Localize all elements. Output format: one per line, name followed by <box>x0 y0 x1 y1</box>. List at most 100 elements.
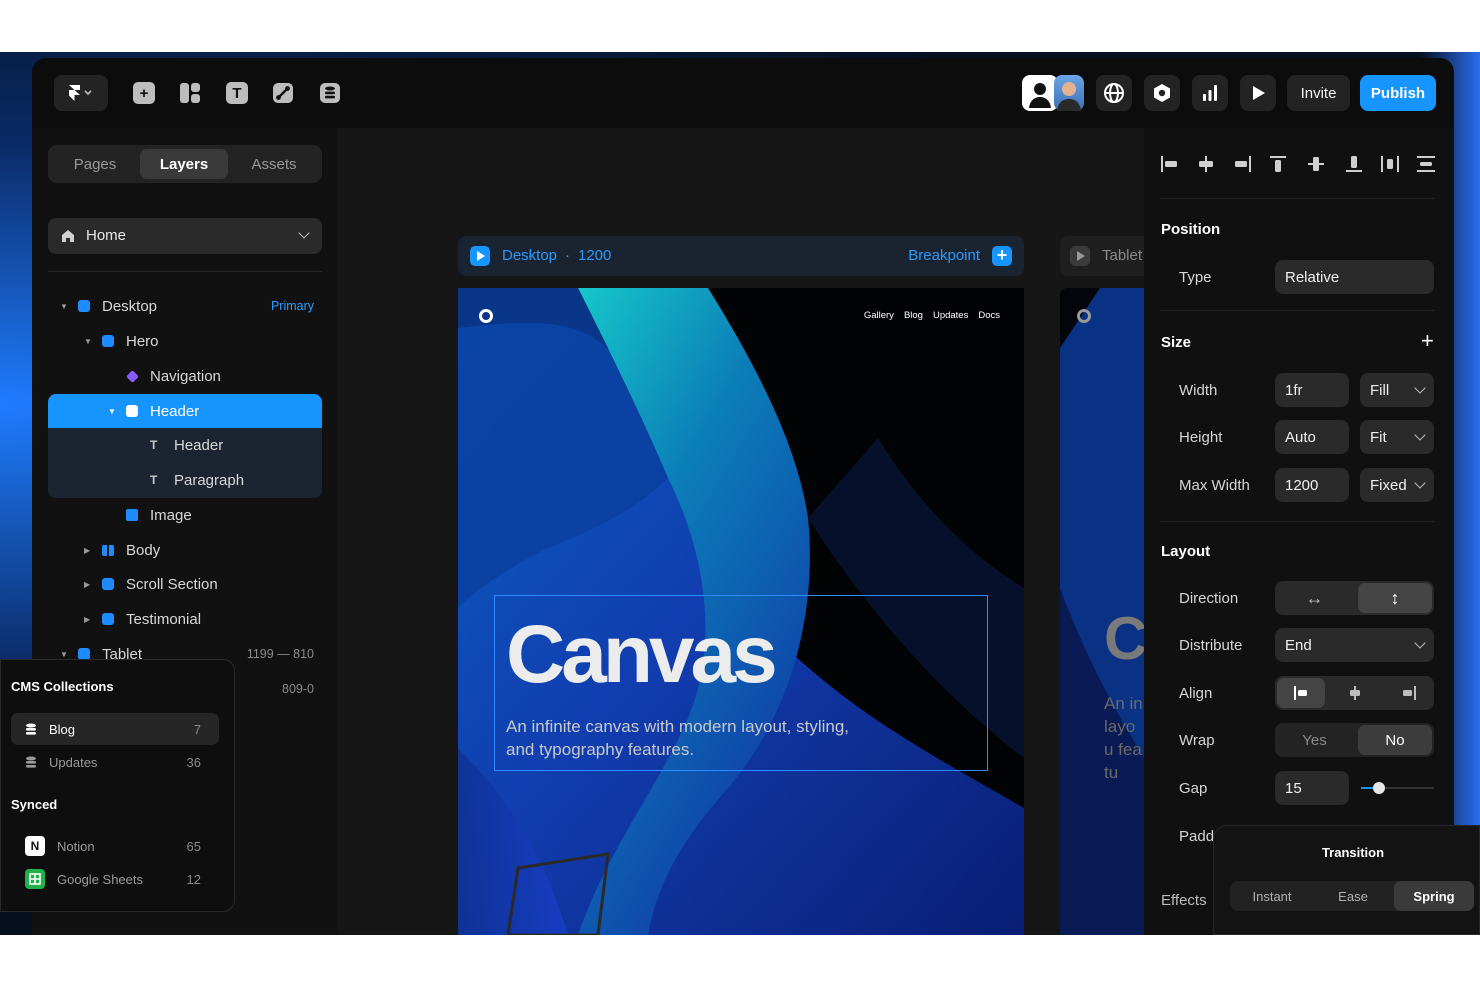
settings-icon[interactable] <box>1144 75 1180 111</box>
align-end-icon[interactable] <box>1383 678 1431 708</box>
align-center-icon[interactable] <box>1331 678 1379 708</box>
primary-badge: Primary <box>270 299 314 313</box>
gap-slider-handle[interactable] <box>1373 782 1385 794</box>
maxwidth-label: Max Width <box>1179 477 1250 494</box>
tab-layers[interactable]: Layers <box>140 149 228 179</box>
caret-right-icon[interactable]: ▶ <box>84 580 96 589</box>
distribute-horizontal-icon[interactable] <box>1380 156 1400 172</box>
text-icon[interactable]: T <box>224 80 250 106</box>
hero-title[interactable]: Canvas <box>506 608 778 702</box>
height-mode-select[interactable]: Fit <box>1360 420 1434 454</box>
breakpoint-bar-tablet[interactable]: Tablet <box>1060 236 1150 276</box>
maxwidth-input[interactable]: 1200 <box>1275 468 1349 502</box>
nav-link-gallery[interactable]: Gallery <box>864 310 894 321</box>
direction-label: Direction <box>1179 590 1239 607</box>
caret-down-icon[interactable]: ▼ <box>60 302 72 311</box>
play-icon[interactable] <box>1240 75 1276 111</box>
gap-input[interactable]: 15 <box>1275 771 1349 805</box>
caret-right-icon[interactable]: ▶ <box>84 546 96 555</box>
width-mode-select[interactable]: Fill <box>1360 373 1434 407</box>
wrap-yes-option[interactable]: Yes <box>1275 723 1354 757</box>
insert-icon[interactable]: + <box>131 80 157 106</box>
synced-notion[interactable]: N Notion 65 <box>11 830 219 862</box>
transition-ease[interactable]: Ease <box>1313 881 1393 911</box>
width-input[interactable]: 1fr <box>1275 373 1349 407</box>
nav-link-docs[interactable]: Docs <box>978 310 1000 321</box>
add-breakpoint-icon[interactable]: + <box>992 246 1012 266</box>
play-icon[interactable] <box>470 246 490 266</box>
page-select[interactable]: Home <box>48 218 322 254</box>
desktop-frame[interactable]: Gallery Blog Updates Docs Canvas An infi… <box>458 288 1024 935</box>
layer-navigation[interactable]: Navigation <box>126 361 221 391</box>
add-breakpoint-label[interactable]: Breakpoint <box>908 247 980 264</box>
layer-header-text[interactable]: T Header <box>150 430 223 460</box>
breakpoint-bar-desktop[interactable]: Desktop · 1200 Breakpoint + <box>458 236 1024 276</box>
align-bottom-icon[interactable] <box>1344 156 1364 172</box>
align-left-icon[interactable] <box>1160 156 1180 172</box>
height-input[interactable]: Auto <box>1275 420 1349 454</box>
transition-instant[interactable]: Instant <box>1232 881 1312 911</box>
tablet-hero-subtitle: An in layou featu <box>1104 694 1143 782</box>
text-icon: T <box>150 473 158 487</box>
transition-spring[interactable]: Spring <box>1394 881 1474 911</box>
layer-label: Header <box>150 402 200 420</box>
nav-link-updates[interactable]: Updates <box>933 310 968 321</box>
caret-right-icon[interactable]: ▶ <box>84 615 96 624</box>
layer-image[interactable]: Image <box>126 500 192 530</box>
distribute-select[interactable]: End <box>1275 628 1434 662</box>
tab-pages[interactable]: Pages <box>51 149 139 179</box>
maxwidth-mode-select[interactable]: Fixed <box>1360 468 1434 502</box>
layer-scroll-section[interactable]: ▶ Scroll Section <box>84 569 218 599</box>
align-right-icon[interactable] <box>1232 156 1252 172</box>
align-top-icon[interactable] <box>1268 156 1288 172</box>
layer-hero[interactable]: ▼ Hero <box>84 326 159 356</box>
site-logo-icon[interactable] <box>478 308 494 324</box>
chevron-down-icon <box>1414 477 1426 489</box>
direction-vertical-icon[interactable]: ↕ <box>1358 583 1432 613</box>
caret-down-icon[interactable]: ▼ <box>108 407 120 416</box>
framer-logo-icon[interactable] <box>54 75 108 111</box>
avatar <box>1022 75 1058 111</box>
align-center-icon[interactable] <box>1196 156 1216 172</box>
hero-subtitle[interactable]: An infinite canvas with modern layout, s… <box>506 715 866 761</box>
vector-icon[interactable] <box>270 80 296 106</box>
nav-link-blog[interactable]: Blog <box>904 310 923 321</box>
gap-slider-track[interactable] <box>1361 782 1434 794</box>
position-type-select[interactable]: Relative <box>1275 260 1434 294</box>
align-middle-icon[interactable] <box>1306 156 1326 172</box>
properties-panel: Position Type Relative Size + Width 1fr … <box>1144 128 1454 935</box>
breakpoint-name: Desktop <box>502 247 558 264</box>
synced-google-sheets[interactable]: Google Sheets 12 <box>11 863 219 895</box>
layout-icon[interactable] <box>177 80 203 106</box>
divider <box>1160 198 1434 199</box>
layer-testimonial[interactable]: ▶ Testimonial <box>84 604 201 634</box>
layer-body[interactable]: ▶ Body <box>84 535 160 565</box>
text-icon: T <box>150 438 158 452</box>
play-icon[interactable] <box>1070 246 1090 266</box>
distribute-vertical-icon[interactable] <box>1416 156 1436 172</box>
globe-icon[interactable] <box>1096 75 1132 111</box>
publish-button[interactable]: Publish <box>1360 75 1436 111</box>
caret-down-icon[interactable]: ▼ <box>60 650 72 659</box>
distribute-label: Distribute <box>1179 637 1243 654</box>
collection-updates[interactable]: Updates 36 <box>11 746 219 778</box>
wrap-no-option[interactable]: No <box>1358 725 1432 755</box>
layer-desktop[interactable]: ▼ Desktop Primary <box>60 291 314 321</box>
tablet-frame[interactable]: C An in layou featu <box>1060 288 1144 935</box>
collaborator-avatars[interactable] <box>1022 75 1084 111</box>
breakpoint-separator: · <box>565 247 570 264</box>
layer-label: Scroll Section <box>126 575 218 593</box>
analytics-icon[interactable] <box>1192 75 1228 111</box>
notion-icon: N <box>25 836 45 856</box>
tab-assets[interactable]: Assets <box>230 149 318 179</box>
layer-header-stack[interactable]: ▼ Header <box>108 396 199 426</box>
direction-horizontal-icon[interactable]: ↔ <box>1275 581 1354 615</box>
invite-button[interactable]: Invite <box>1287 75 1350 111</box>
layer-paragraph[interactable]: T Paragraph <box>150 465 244 495</box>
cms-icon[interactable] <box>317 80 343 106</box>
collection-blog[interactable]: Blog 7 <box>11 713 219 745</box>
add-size-icon[interactable]: + <box>1421 328 1434 354</box>
caret-down-icon[interactable]: ▼ <box>84 337 96 346</box>
canvas-area[interactable]: Desktop · 1200 Breakpoint + Tablet Galle… <box>338 128 1150 935</box>
align-start-icon[interactable] <box>1277 678 1325 708</box>
